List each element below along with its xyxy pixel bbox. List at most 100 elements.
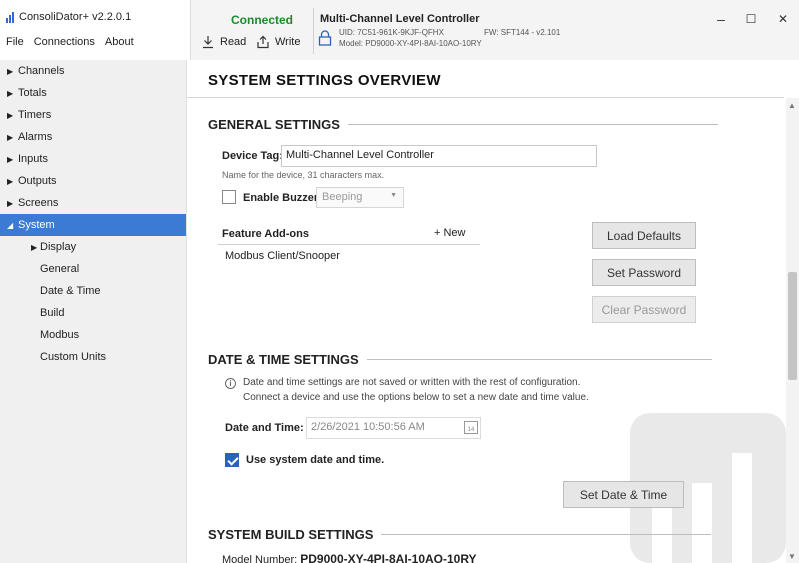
sidebar-item-label: Screens <box>18 197 59 209</box>
expand-arrow-icon: ▶ <box>7 132 14 142</box>
scroll-up-icon[interactable]: ▲ <box>788 101 796 110</box>
sidebar-item-label: Display <box>40 241 77 253</box>
app-title-text: ConsoliDator+ v2.2.0.1 <box>19 11 132 23</box>
sidebar-item-totals[interactable]: ▶ Totals <box>0 82 186 104</box>
expand-arrow-icon: ▶ <box>7 110 14 120</box>
device-tag-hint: Name for the device, 31 characters max. <box>222 170 385 180</box>
expand-arrow-icon: ▶ <box>7 154 14 164</box>
app-header: ConsoliDator+ v2.2.0.1 File Connections … <box>0 0 190 60</box>
add-new-addon-button[interactable]: + New <box>434 227 466 239</box>
feature-addons-header: Feature Add-ons <box>222 228 309 240</box>
info-icon: i <box>225 378 236 389</box>
buzzer-mode-value: Beeping <box>322 191 363 203</box>
sidebar-item-label: Custom Units <box>40 351 107 363</box>
toolbar: Connected Read Write Multi-Channel Level… <box>190 0 799 60</box>
clear-password-button[interactable]: Clear Password <box>592 296 696 323</box>
maximize-button[interactable]: ☐ <box>736 8 766 30</box>
close-button[interactable]: ✕ <box>768 8 798 30</box>
sidebar-item-label: Outputs <box>18 175 57 187</box>
enable-buzzer-checkbox[interactable] <box>222 190 236 204</box>
menu-file[interactable]: File <box>6 36 24 48</box>
minimize-button[interactable]: – <box>706 8 736 30</box>
expand-arrow-icon: ▶ <box>7 66 14 76</box>
app-logo-icon <box>6 11 14 23</box>
download-icon <box>203 36 213 49</box>
sidebar-item-screens[interactable]: ▶ Screens <box>0 192 186 214</box>
date-time-settings-title: DATE & TIME SETTINGS <box>208 352 359 367</box>
connection-status: Connected <box>231 13 294 27</box>
section-rule <box>381 534 712 535</box>
sidebar-item-label: Date & Time <box>40 285 101 297</box>
date-time-label: Date and Time: <box>225 422 304 434</box>
device-tag-input[interactable]: Multi-Channel Level Controller <box>281 145 597 167</box>
sidebar-item-date-time[interactable]: Date & Time <box>0 280 186 302</box>
write-button[interactable]: Write <box>256 35 300 49</box>
sidebar-item-alarms[interactable]: ▶ Alarms <box>0 126 186 148</box>
menu-connections[interactable]: Connections <box>34 36 95 48</box>
sidebar-item-label: Modbus <box>40 329 80 341</box>
sidebar-nav: ▶ Channels ▶ Totals ▶ Timers ▶ Alarms ▶ … <box>0 60 187 563</box>
build-settings-heading: SYSTEM BUILD SETTINGS <box>208 527 712 542</box>
scroll-down-icon[interactable]: ▼ <box>788 552 796 561</box>
title-divider <box>187 97 784 98</box>
set-date-time-button[interactable]: Set Date & Time <box>563 481 684 508</box>
sidebar-item-general[interactable]: General <box>0 258 186 280</box>
menu-bar: File Connections About <box>6 36 134 48</box>
device-model: Model: PD9000-XY-4PI-8AI-10AO-10RY <box>339 39 482 48</box>
expand-arrow-icon: ▶ <box>7 88 14 98</box>
set-password-button[interactable]: Set Password <box>592 259 696 286</box>
write-label: Write <box>275 36 301 48</box>
addon-list-item[interactable]: Modbus Client/Snooper <box>225 250 340 262</box>
enable-buzzer-label: Enable Buzzer <box>243 192 319 204</box>
sidebar-item-modbus[interactable]: Modbus <box>0 324 186 346</box>
sidebar-item-display[interactable]: ▶ Display <box>0 236 186 258</box>
date-time-input[interactable]: 2/26/2021 10:50:56 AM <box>306 417 481 439</box>
calendar-icon[interactable]: 14 <box>464 421 478 434</box>
use-system-time-checkbox[interactable] <box>225 453 239 467</box>
menu-about[interactable]: About <box>105 36 134 48</box>
sidebar-item-channels[interactable]: ▶ Channels <box>0 60 186 82</box>
upload-share-icon <box>257 35 269 49</box>
use-system-time-label: Use system date and time. <box>246 454 385 466</box>
page-title: SYSTEM SETTINGS OVERVIEW <box>208 72 441 89</box>
main-content: SYSTEM SETTINGS OVERVIEW GENERAL SETTING… <box>187 60 799 563</box>
build-settings-title: SYSTEM BUILD SETTINGS <box>208 527 374 542</box>
sidebar-item-label: Build <box>40 307 65 319</box>
general-settings-title: GENERAL SETTINGS <box>208 117 340 132</box>
date-time-value: 2/26/2021 10:50:56 AM <box>311 421 425 433</box>
chevron-down-icon: ▼ <box>390 192 397 199</box>
sidebar-item-label: Inputs <box>18 153 48 165</box>
buzzer-mode-select[interactable]: Beeping ▼ <box>316 187 404 208</box>
expand-arrow-icon: ▶ <box>7 198 14 208</box>
scroll-thumb[interactable] <box>788 272 797 380</box>
sidebar-item-build[interactable]: Build <box>0 302 186 324</box>
sidebar-item-inputs[interactable]: ▶ Inputs <box>0 148 186 170</box>
device-name: Multi-Channel Level Controller <box>320 13 480 25</box>
sidebar-item-system[interactable]: ◢ System <box>0 214 186 236</box>
sidebar-item-label: General <box>40 263 80 275</box>
sidebar-item-label: Timers <box>18 109 52 121</box>
model-number-row: Model Number: PD9000-XY-4PI-8AI-10AO-10R… <box>222 552 477 563</box>
general-settings-heading: GENERAL SETTINGS <box>208 117 718 132</box>
sidebar-item-outputs[interactable]: ▶ Outputs <box>0 170 186 192</box>
load-defaults-button[interactable]: Load Defaults <box>592 222 696 249</box>
collapse-arrow-icon: ◢ <box>7 220 14 230</box>
sidebar-item-label: Alarms <box>18 131 53 143</box>
read-button[interactable]: Read <box>201 35 246 49</box>
toolbar-divider <box>313 8 314 54</box>
date-time-settings-heading: DATE & TIME SETTINGS <box>208 352 712 367</box>
sidebar-item-label: Channels <box>18 65 65 77</box>
sidebar-item-timers[interactable]: ▶ Timers <box>0 104 186 126</box>
section-rule <box>347 124 718 125</box>
sidebar-item-label: System <box>18 219 55 231</box>
app-title: ConsoliDator+ v2.2.0.1 <box>6 11 131 23</box>
sidebar-item-custom-units[interactable]: Custom Units <box>0 346 186 368</box>
vertical-scrollbar[interactable]: ▲ ▼ <box>786 98 799 563</box>
date-time-info-line-1: Date and time settings are not saved or … <box>243 377 581 388</box>
lock-icon <box>318 30 332 46</box>
sidebar-item-label: Totals <box>18 87 47 99</box>
expand-arrow-icon: ▶ <box>7 176 14 186</box>
device-firmware: FW: SFT144 - v2.101 <box>484 28 561 37</box>
read-label: Read <box>220 36 247 48</box>
model-number-label: Model Number: <box>222 554 298 563</box>
